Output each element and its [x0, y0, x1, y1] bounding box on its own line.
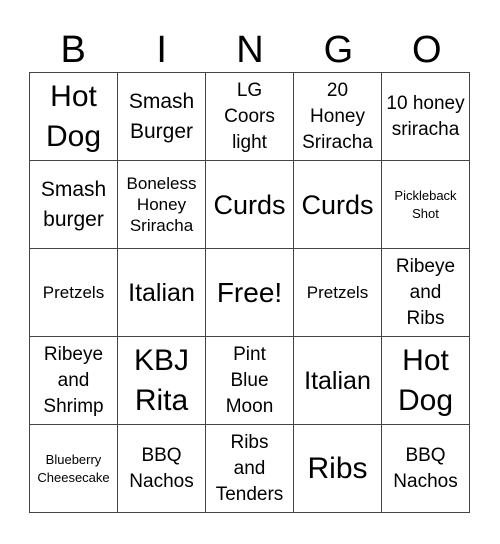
header-letter-n: N: [236, 29, 264, 71]
bingo-cell[interactable]: Ribs: [294, 425, 382, 513]
bingo-cell[interactable]: Ribeye and Shrimp: [30, 337, 118, 425]
cell-text: Blueberry Cheesecake: [37, 451, 110, 485]
bingo-header: B I N G O: [29, 27, 471, 73]
cell-text: Ribs and Tenders: [215, 431, 284, 505]
cell-text: Smash burger: [40, 177, 107, 231]
cell-text: Smash Burger: [128, 89, 195, 143]
bingo-cell[interactable]: Italian: [118, 249, 206, 337]
bingo-cell[interactable]: Pickleback Shot: [382, 161, 470, 249]
header-letter-b: B: [60, 29, 86, 71]
bingo-cell[interactable]: LG Coors light: [206, 73, 294, 161]
cell-text: Ribeye and Shrimp: [43, 343, 104, 417]
cell-text: Boneless Honey Sriracha: [126, 174, 197, 235]
bingo-cell[interactable]: 10 honey sriracha: [382, 73, 470, 161]
cell-text: 10 honey sriracha: [386, 92, 465, 140]
cell-text: Italian: [304, 366, 371, 395]
cell-text: BBQ Nachos: [129, 444, 194, 492]
bingo-cell[interactable]: Boneless Honey Sriracha: [118, 161, 206, 249]
cell-text: Hot Dog: [397, 343, 454, 417]
bingo-cell[interactable]: Italian: [294, 337, 382, 425]
bingo-cell[interactable]: Pretzels: [294, 249, 382, 337]
bingo-cell[interactable]: KBJ Rita: [118, 337, 206, 425]
cell-text: Ribs: [307, 451, 368, 485]
bingo-card: Hot Dog Smash Burger LG Coors light 20 H…: [29, 72, 470, 513]
bingo-cell[interactable]: Curds: [206, 161, 294, 249]
bingo-cell[interactable]: BBQ Nachos: [382, 425, 470, 513]
cell-text: Pint Blue Moon: [225, 343, 274, 417]
cell-text: Pretzels: [306, 283, 369, 302]
cell-text: Curds: [213, 189, 286, 220]
header-letter-i: I: [156, 29, 167, 71]
cell-text: Italian: [128, 278, 195, 307]
bingo-cell[interactable]: BBQ Nachos: [118, 425, 206, 513]
cell-text: LG Coors light: [224, 79, 275, 153]
bingo-cell[interactable]: Ribeye and Ribs: [382, 249, 470, 337]
cell-text: BBQ Nachos: [393, 444, 458, 492]
cell-text: Hot Dog: [45, 79, 102, 153]
bingo-cell[interactable]: Smash Burger: [118, 73, 206, 161]
header-letter-g: G: [323, 29, 354, 71]
bingo-cell[interactable]: Smash burger: [30, 161, 118, 249]
bingo-cell[interactable]: 20 Honey Sriracha: [294, 73, 382, 161]
cell-text: Pickleback Shot: [394, 187, 457, 221]
cell-text: Curds: [301, 189, 374, 220]
cell-text: Ribeye and Ribs: [395, 255, 456, 329]
bingo-cell[interactable]: Hot Dog: [30, 73, 118, 161]
bingo-cell[interactable]: Ribs and Tenders: [206, 425, 294, 513]
bingo-cell[interactable]: Pretzels: [30, 249, 118, 337]
cell-text: Pretzels: [42, 283, 105, 302]
free-space-text: Free!: [216, 276, 283, 308]
bingo-cell[interactable]: Curds: [294, 161, 382, 249]
cell-text: 20 Honey Sriracha: [302, 79, 373, 153]
bingo-cell[interactable]: Blueberry Cheesecake: [30, 425, 118, 513]
bingo-cell[interactable]: Hot Dog: [382, 337, 470, 425]
header-letter-o: O: [412, 29, 442, 71]
cell-text: KBJ Rita: [133, 343, 190, 417]
free-space-cell[interactable]: Free!: [206, 249, 294, 337]
bingo-cell[interactable]: Pint Blue Moon: [206, 337, 294, 425]
